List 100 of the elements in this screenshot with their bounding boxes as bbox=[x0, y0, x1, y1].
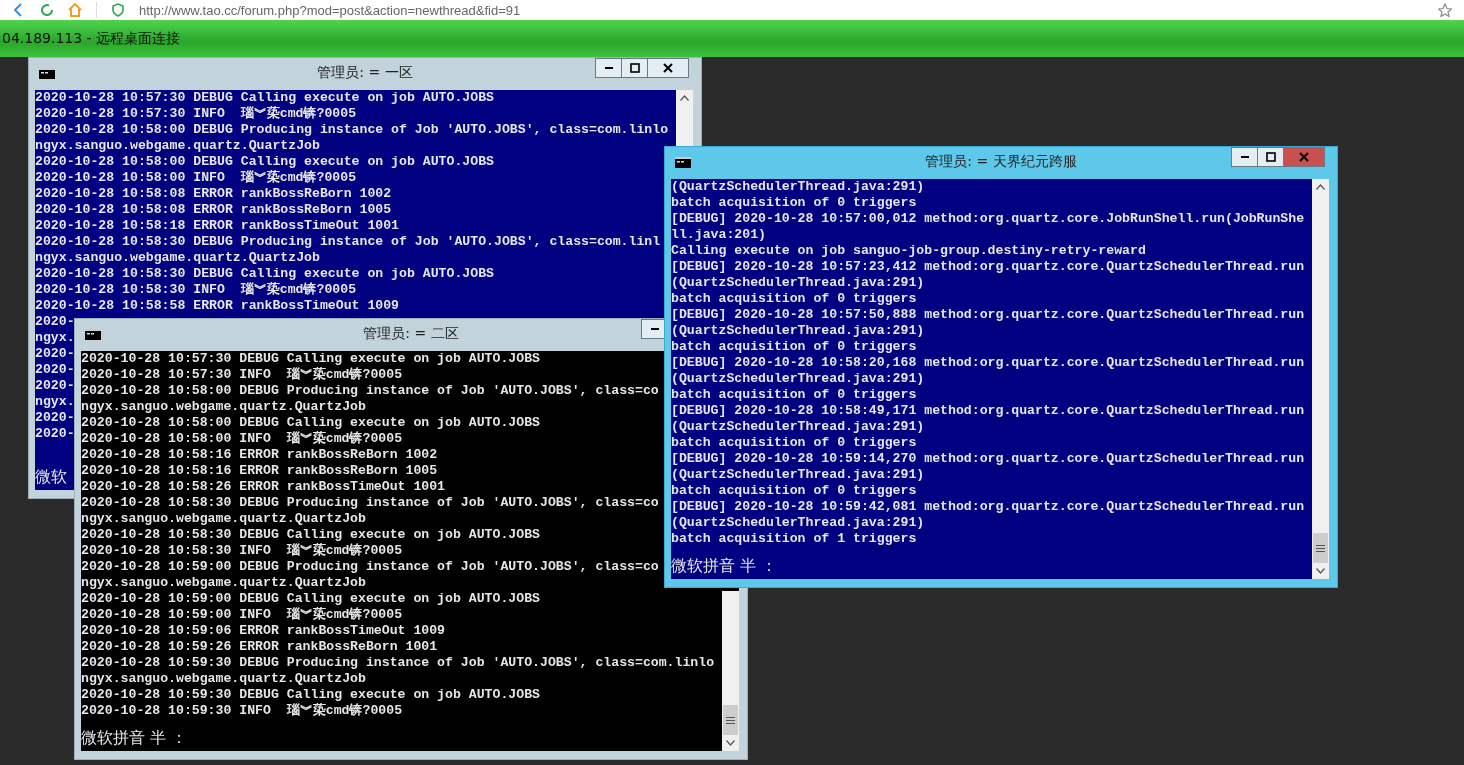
log-line: 2020-10-28 10:59:00 INFO 瑙︾蒅cmd锛?0005 bbox=[81, 607, 403, 623]
log-line: 2020-10-28 10:58:00 INFO 瑙︾蒅cmd锛?0005 bbox=[35, 170, 357, 186]
log-line: [DEBUG] 2020-10-28 10:58:49,171 method:org.quartz.core.QuartzSchedulerThread.run bbox=[671, 403, 1305, 419]
log-line: 2020-10-28 10:59:06 ERROR rankBossTimeOut 1009 bbox=[81, 623, 446, 639]
log-line: ngyx. bbox=[35, 394, 75, 410]
scrollbar[interactable] bbox=[722, 591, 739, 751]
maximize-icon bbox=[1265, 152, 1276, 162]
ime-status: 微软 bbox=[35, 467, 67, 488]
log-line: 2020-10-28 10:58:08 ERROR rankBossReBorn 1005 bbox=[35, 202, 392, 218]
minimize-icon bbox=[1240, 156, 1249, 158]
log-line: batch acquisition of 0 triggers bbox=[671, 435, 917, 451]
log-line: ngyx. bbox=[35, 330, 75, 346]
log-line: 2020-10-28 10:58:18 ERROR rankBossTimeOut 1001 bbox=[35, 218, 400, 234]
log-line: (QuartzSchedulerThread.java:291) bbox=[671, 419, 925, 435]
close-icon bbox=[663, 63, 673, 73]
log-line: batch acquisition of 1 triggers bbox=[671, 531, 917, 547]
log-line: 2020-10-28 10:58:00 DEBUG Producing instance of Job 'AUTO.JOBS', class=co bbox=[81, 383, 659, 399]
shield-icon bbox=[111, 3, 125, 17]
log-line: ngyx.sanguo.webgame.quartz.QuartzJob bbox=[35, 250, 320, 266]
log-line: 2020- bbox=[35, 346, 75, 362]
log-line: 2020-10-28 10:58:00 DEBUG Producing instance of Job 'AUTO.JOBS', class=com.linlo bbox=[35, 122, 669, 138]
window-title: 管理员: = 天界纪元跨服 bbox=[925, 153, 1077, 171]
close-icon bbox=[1299, 152, 1309, 162]
log-line: 2020-10-28 10:58:16 ERROR rankBossReBorn 1005 bbox=[81, 463, 438, 479]
log-line: 2020-10-28 10:57:30 DEBUG Calling execute on job AUTO.JOBS bbox=[81, 351, 540, 367]
log-line: 2020-10-28 10:59:30 DEBUG Producing instance of Job 'AUTO.JOBS', class=com.linlo bbox=[81, 655, 715, 671]
refresh-icon[interactable] bbox=[40, 3, 54, 17]
console-icon bbox=[675, 156, 691, 168]
log-line: 2020-10-28 10:59:00 DEBUG Producing instance of Job 'AUTO.JOBS', class=co bbox=[81, 559, 659, 575]
scroll-down-icon[interactable] bbox=[1316, 568, 1325, 574]
minimize-icon bbox=[604, 67, 613, 69]
log-line: [DEBUG] 2020-10-28 10:58:20,168 method:org.quartz.core.QuartzSchedulerThread.run bbox=[671, 355, 1305, 371]
scroll-up-icon[interactable] bbox=[680, 95, 689, 101]
star-icon[interactable] bbox=[1438, 3, 1452, 17]
log-line: 2020-10-28 10:59:26 ERROR rankBossReBorn 1001 bbox=[81, 639, 438, 655]
log-line: (QuartzSchedulerThread.java:291) bbox=[671, 515, 925, 531]
scroll-thumb[interactable] bbox=[1313, 533, 1328, 563]
log-line: 2020- bbox=[35, 378, 75, 394]
window-title: 管理员: = 二区 bbox=[363, 325, 459, 343]
log-line: 2020-10-28 10:58:08 ERROR rankBossReBorn 1002 bbox=[35, 186, 392, 202]
log-line: [DEBUG] 2020-10-28 10:57:00,012 method:org.quartz.core.JobRunShell.run(JobRunShe bbox=[671, 211, 1305, 227]
log-line: Calling execute on job sanguo-job-group.destiny-retry-reward bbox=[671, 243, 1146, 259]
ime-status: 微软拼音 半 ： bbox=[671, 556, 778, 577]
log-line: 2020- bbox=[35, 314, 75, 330]
log-line: ll.java:201) bbox=[671, 227, 766, 243]
log-line: batch acquisition of 0 triggers bbox=[671, 483, 917, 499]
maximize-icon bbox=[629, 63, 640, 73]
minimize-button[interactable] bbox=[595, 58, 622, 78]
log-line: 2020-10-28 10:58:30 INFO 瑙︾蒅cmd锛?0005 bbox=[35, 282, 357, 298]
address-bar-url[interactable]: http://www.tao.cc/forum.php?mod=post&action=newthread&fid=91 bbox=[139, 2, 521, 18]
log-line: 2020-10-28 10:57:30 DEBUG Calling execute on job AUTO.JOBS bbox=[35, 90, 494, 106]
log-line: 2020-10-28 10:58:30 INFO 瑙︾蒅cmd锛?0005 bbox=[81, 543, 403, 559]
log-line: 2020- bbox=[35, 362, 75, 378]
log-line: (QuartzSchedulerThread.java:291) bbox=[671, 179, 925, 195]
log-line: (QuartzSchedulerThread.java:291) bbox=[671, 323, 925, 339]
log-line: ngyx.sanguo.webgame.quartz.QuartzJob bbox=[35, 138, 320, 154]
log-line: ngyx.sanguo.webgame.quartz.QuartzJob bbox=[81, 399, 366, 415]
ime-status: 微软拼音 半 ： bbox=[81, 728, 188, 749]
window-title: 管理员: = 一区 bbox=[317, 64, 413, 82]
log-line: 2020-10-28 10:58:16 ERROR rankBossReBorn 1002 bbox=[81, 447, 438, 463]
log-line: [DEBUG] 2020-10-28 10:57:50,888 method:org.quartz.core.QuartzSchedulerThread.run bbox=[671, 307, 1305, 323]
log-line: 2020-10-28 10:58:58 ERROR rankBossTimeOut 1009 bbox=[35, 298, 400, 314]
console-icon bbox=[39, 67, 55, 79]
log-line: ngyx.sanguo.webgame.quartz.QuartzJob bbox=[81, 511, 366, 527]
maximize-button[interactable] bbox=[1257, 147, 1284, 167]
remote-desktop-title: 04.189.113 - 远程桌面连接 bbox=[2, 29, 181, 48]
scroll-down-icon[interactable] bbox=[726, 740, 735, 746]
log-line: 2020-10-28 10:58:00 DEBUG Calling execute on job AUTO.JOBS bbox=[81, 415, 540, 431]
log-line: 2020-10-28 10:59:00 DEBUG Calling execute on job AUTO.JOBS bbox=[81, 591, 540, 607]
console-icon bbox=[85, 328, 101, 340]
close-button[interactable] bbox=[647, 58, 689, 78]
maximize-button[interactable] bbox=[621, 58, 648, 78]
log-line: batch acquisition of 0 triggers bbox=[671, 291, 917, 307]
log-line: 2020- bbox=[35, 426, 75, 442]
log-line: 2020-10-28 10:58:30 DEBUG Producing instance of Job 'AUTO.JOBS', class=com.linl bbox=[35, 234, 661, 250]
log-line: 2020-10-28 10:58:30 DEBUG Calling execute on job AUTO.JOBS bbox=[81, 527, 540, 543]
log-line: (QuartzSchedulerThread.java:291) bbox=[671, 275, 925, 291]
log-line: batch acquisition of 0 triggers bbox=[671, 195, 917, 211]
minimize-icon bbox=[650, 328, 659, 330]
log-line: batch acquisition of 0 triggers bbox=[671, 387, 917, 403]
log-line: 2020-10-28 10:58:26 ERROR rankBossTimeOut 1001 bbox=[81, 479, 446, 495]
log-line: 2020-10-28 10:58:30 DEBUG Producing instance of Job 'AUTO.JOBS', class=co bbox=[81, 495, 659, 511]
log-line: 2020-10-28 10:58:00 INFO 瑙︾蒅cmd锛?0005 bbox=[81, 431, 403, 447]
minimize-button[interactable] bbox=[1231, 147, 1258, 167]
log-line: ngyx.sanguo.webgame.quartz.QuartzJob bbox=[81, 575, 366, 591]
log-line: (QuartzSchedulerThread.java:291) bbox=[671, 371, 925, 387]
log-line: 2020-10-28 10:57:30 INFO 瑙︾蒅cmd锛?0005 bbox=[81, 367, 403, 383]
log-line: (QuartzSchedulerThread.java:291) bbox=[671, 467, 925, 483]
log-line: 2020-10-28 10:58:00 DEBUG Calling execute on job AUTO.JOBS bbox=[35, 154, 494, 170]
scroll-thumb[interactable] bbox=[723, 705, 738, 735]
log-line: 2020-10-28 10:59:30 INFO 瑙︾蒅cmd锛?0005 bbox=[81, 703, 403, 719]
log-line: batch acquisition of 0 triggers bbox=[671, 339, 917, 355]
scrollbar[interactable] bbox=[1312, 179, 1329, 579]
log-line: 2020-10-28 10:57:30 INFO 瑙︾蒅cmd锛?0005 bbox=[35, 106, 357, 122]
grip-icon bbox=[726, 716, 735, 724]
log-line: 2020-10-28 10:58:30 DEBUG Calling execute on job AUTO.JOBS bbox=[35, 266, 494, 282]
log-line: 2020- bbox=[35, 410, 75, 426]
scroll-up-icon[interactable] bbox=[1316, 184, 1325, 190]
scrollbar[interactable] bbox=[676, 90, 693, 146]
log-line: ngyx.sanguo.webgame.quartz.QuartzJob bbox=[81, 671, 366, 687]
